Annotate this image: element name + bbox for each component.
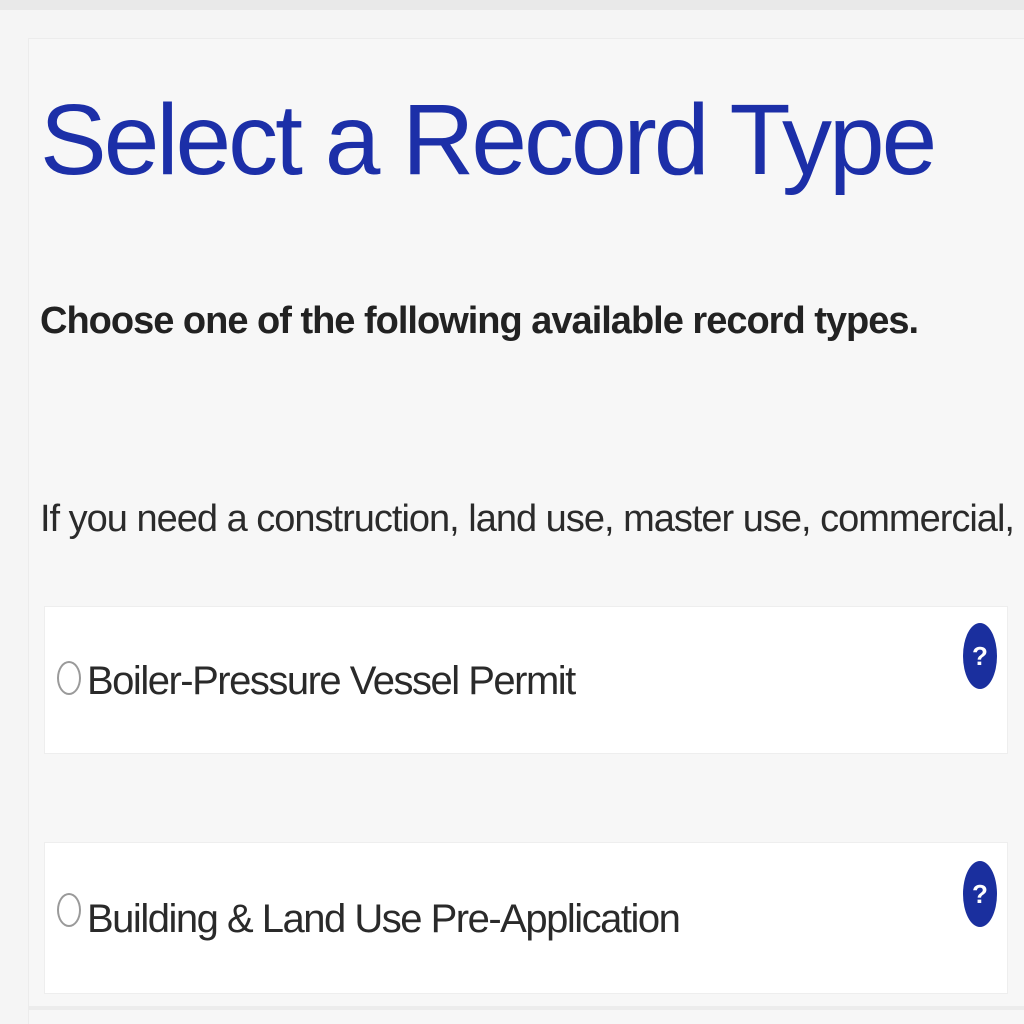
- help-icon[interactable]: ?: [963, 623, 997, 689]
- record-option-label[interactable]: Building & Land Use Pre-Application: [87, 897, 681, 942]
- radio-button[interactable]: [57, 661, 81, 695]
- info-text: If you need a construction, land use, ma…: [40, 498, 1024, 540]
- help-icon[interactable]: ?: [963, 861, 997, 927]
- record-option-building-land-use-pre-application[interactable]: Building & Land Use Pre-Application ?: [44, 842, 1008, 994]
- record-option-boiler-pressure-vessel-permit[interactable]: Boiler-Pressure Vessel Permit ?: [44, 606, 1008, 754]
- page-title: Select a Record Type: [40, 84, 937, 196]
- page-subtitle: Choose one of the following available re…: [40, 300, 919, 342]
- record-option-label[interactable]: Boiler-Pressure Vessel Permit: [87, 659, 576, 704]
- page-frame: Select a Record Type Choose one of the f…: [0, 0, 1024, 1024]
- radio-button[interactable]: [57, 893, 81, 927]
- divider: [28, 1006, 1024, 1010]
